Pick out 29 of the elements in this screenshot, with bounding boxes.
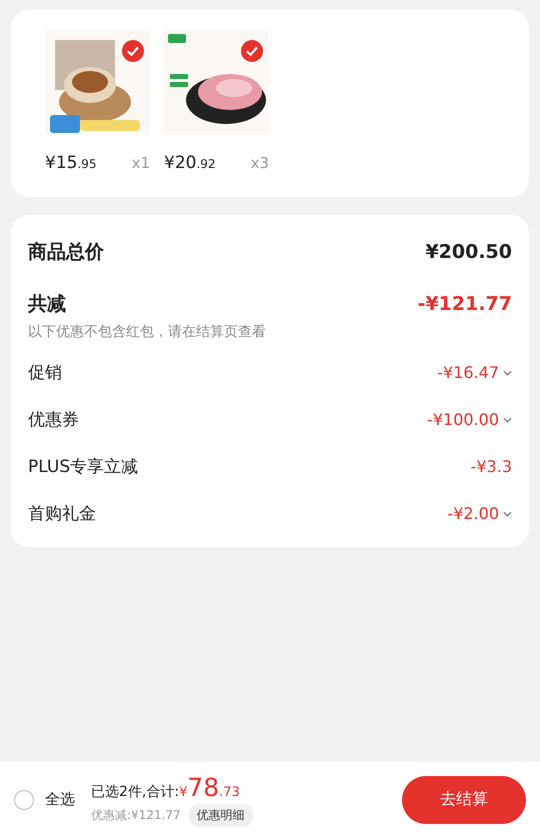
discount-item-label: 促销 [28, 362, 62, 384]
select-all-label[interactable]: 全选 [45, 790, 75, 809]
total-label: 商品总价 [28, 240, 104, 265]
discount-item-value: -¥3.3 [470, 457, 512, 476]
select-all-radio[interactable] [14, 790, 34, 810]
selected-summary: 已选2件,合计: [91, 782, 180, 800]
discount-item-value: -¥100.00 [427, 410, 499, 429]
discount-note: 以下优惠不包含红包，请在结算页查看 [28, 323, 267, 341]
discount-detail-button[interactable]: 优惠明细 [188, 804, 253, 826]
product-quantity: x1 [132, 154, 150, 172]
total-amount: ¥78.73 [179, 772, 240, 802]
discount-item-label: PLUS专享立减 [28, 456, 138, 478]
checkmark-icon[interactable] [241, 40, 263, 62]
checkmark-icon[interactable] [122, 40, 144, 62]
chevron-down-icon[interactable] [503, 510, 512, 516]
product-price: ¥15.95 [45, 153, 97, 173]
chevron-down-icon[interactable] [503, 370, 512, 376]
chevron-down-icon[interactable] [503, 416, 512, 422]
checkout-button[interactable]: 去结算 [402, 776, 526, 824]
discount-item-value: -¥16.47 [437, 363, 499, 382]
discount-label: 共减 [28, 292, 66, 317]
discount-item-label: 首购礼金 [28, 503, 96, 525]
total-value: ¥200.50 [425, 241, 512, 263]
product-price: ¥20.92 [164, 153, 216, 173]
discount-item-label: 优惠券 [28, 409, 79, 431]
discount-item-value: -¥2.00 [447, 504, 499, 523]
saved-amount: 优惠减:¥121.77 [91, 806, 181, 824]
discount-value: -¥121.77 [418, 293, 512, 315]
product-quantity: x3 [250, 154, 269, 172]
